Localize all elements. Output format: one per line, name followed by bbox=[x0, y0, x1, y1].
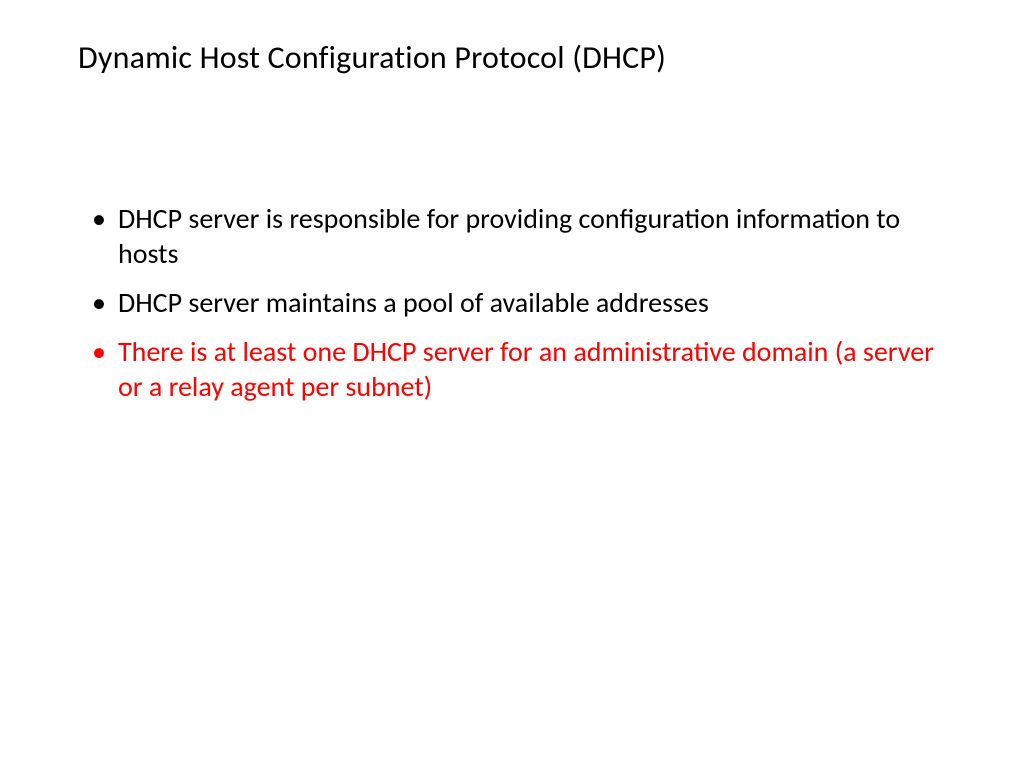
slide-title: Dynamic Host Configuration Protocol (DHC… bbox=[78, 38, 946, 77]
bullet-list: DHCP server is responsible for providing… bbox=[78, 201, 946, 404]
bullet-item-highlight: There is at least one DHCP server for an… bbox=[92, 334, 946, 404]
bullet-item: DHCP server is responsible for providing… bbox=[92, 201, 946, 271]
bullet-item: DHCP server maintains a pool of availabl… bbox=[92, 285, 946, 320]
